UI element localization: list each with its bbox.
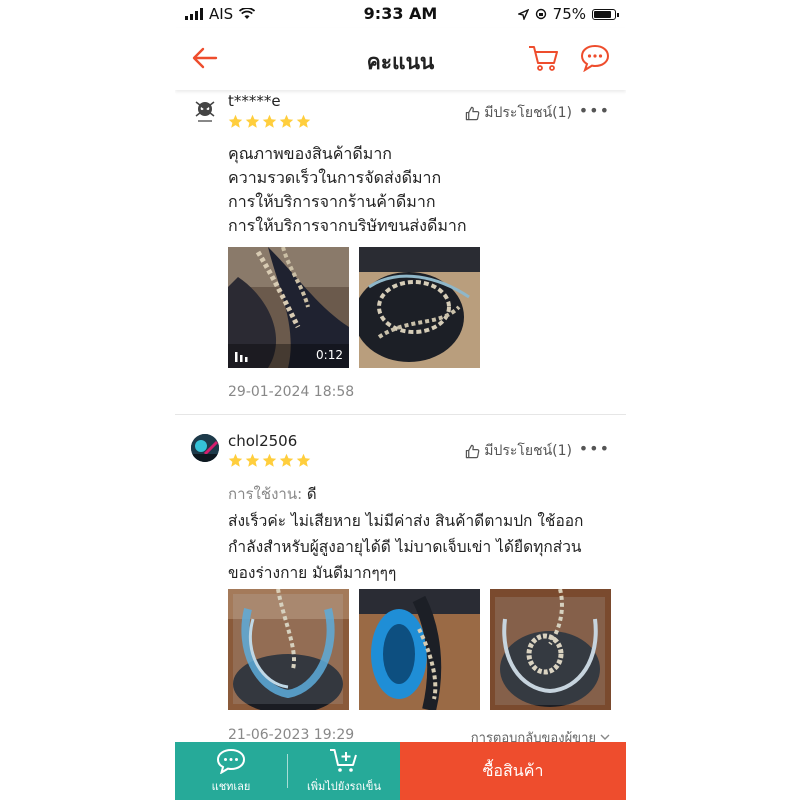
star-icon	[262, 114, 277, 128]
helpful-count: มีประโยชน์(1)	[484, 105, 572, 121]
cart-button[interactable]	[527, 42, 559, 74]
buy-now-label: ซื้อสินค้า	[482, 760, 544, 780]
review-line: ส่งเร็วค่ะ ไม่เสียหาย ไม่มีค่าส่ง สินค้า…	[228, 512, 584, 530]
review-photo-thumbnail[interactable]	[228, 589, 349, 710]
review-date: 29-01-2024 18:58	[228, 384, 355, 400]
location-icon	[517, 8, 529, 20]
add-to-cart-button[interactable]: เพิ่มไปยังรถเข็น	[288, 742, 400, 800]
star-icon	[245, 114, 260, 128]
reviewer-name: t*****e	[228, 92, 281, 110]
helpful-button[interactable]: มีประโยชน์(1)	[465, 102, 572, 124]
video-duration: 0:12	[316, 348, 343, 362]
helpful-count: มีประโยชน์(1)	[484, 443, 572, 459]
star-icon	[262, 453, 277, 467]
review-item: t*****e มีประโยชน์(1) ••• คุณภาพของสินค้…	[175, 92, 626, 414]
avatar-image	[191, 434, 219, 462]
review-item: chol2506 มีประโยชน์(1) ••• การใช้งาน: ดี…	[175, 430, 626, 746]
review-line: การให้บริการจากบริษัทขนส่งดีมาก	[228, 216, 467, 235]
battery-icon	[592, 8, 619, 20]
more-options-button[interactable]: •••	[579, 101, 610, 120]
chat-now-label: แชทเลย	[211, 779, 251, 793]
more-options-button[interactable]: •••	[579, 439, 610, 458]
thumbs-up-icon	[466, 444, 480, 458]
review-photo-thumbnail[interactable]	[359, 247, 480, 368]
rating-stars	[228, 453, 311, 468]
review-video-thumbnail[interactable]: 0:12	[228, 247, 349, 368]
app-header: คะแนน	[175, 28, 626, 90]
review-photo-image	[228, 589, 349, 710]
star-icon	[245, 453, 260, 467]
review-line: กำลังสำหรับผู้สูงอายุได้ดี ไม่บาดเจ็บเข่…	[228, 538, 582, 556]
chat-icon	[216, 748, 246, 774]
review-photo-image	[359, 589, 480, 710]
add-to-cart-label: เพิ่มไปยังรถเข็น	[307, 779, 381, 793]
video-bars-icon	[235, 352, 248, 362]
review-text: คุณภาพของสินค้าดีมาก ความรวดเร็วในการจัด…	[228, 142, 467, 238]
chat-button[interactable]	[579, 42, 611, 74]
review-line: ของร่างกาย มันดีมากๆๆๆ	[228, 564, 397, 582]
review-photo-thumbnail[interactable]	[359, 589, 480, 710]
thumbs-up-icon	[466, 106, 480, 120]
review-divider	[175, 414, 626, 415]
star-icon	[228, 453, 243, 467]
cart-icon	[529, 46, 558, 71]
review-text: ส่งเร็วค่ะ ไม่เสียหาย ไม่มีค่าส่ง สินค้า…	[228, 508, 583, 586]
star-icon	[279, 114, 294, 128]
reviewer-name: chol2506	[228, 432, 298, 450]
avatar[interactable]	[191, 434, 219, 462]
battery-percent: 75%	[552, 5, 586, 23]
review-line: คุณภาพของสินค้าดีมาก	[228, 144, 392, 163]
buy-now-button[interactable]: ซื้อสินค้า	[400, 742, 626, 800]
review-photo-image	[490, 589, 611, 710]
helpful-button[interactable]: มีประโยชน์(1)	[465, 440, 572, 462]
status-bar: AIS 9:33 AM 75%	[175, 0, 626, 28]
add-cart-icon	[330, 748, 357, 772]
chat-now-button[interactable]: แชทเลย	[175, 742, 287, 800]
star-icon	[279, 453, 294, 467]
review-line: ความรวดเร็วในการจัดส่งดีมาก	[228, 168, 442, 187]
rating-stars	[228, 114, 311, 129]
avatar[interactable]	[191, 98, 219, 126]
usage-rating: การใช้งาน: ดี	[228, 482, 317, 506]
skull-avatar-icon	[195, 101, 215, 122]
review-photo-thumbnail[interactable]	[490, 589, 611, 710]
star-icon	[296, 114, 311, 128]
phone-screen: AIS 9:33 AM 75% คะแนน t*****e มีประโยชน์…	[175, 0, 626, 800]
chat-icon	[580, 44, 610, 72]
review-line: การให้บริการจากร้านค้าดีมาก	[228, 192, 436, 211]
review-photo-image	[359, 247, 480, 368]
secondary-actions: แชทเลย เพิ่มไปยังรถเข็น	[175, 742, 400, 800]
star-icon	[296, 453, 311, 467]
bottom-action-bar: แชทเลย เพิ่มไปยังรถเข็น ซื้อสินค้า	[175, 742, 626, 800]
chevron-down-icon	[600, 734, 610, 740]
usage-label: การใช้งาน:	[228, 485, 303, 503]
review-date: 21-06-2023 19:29	[228, 727, 355, 743]
usage-value: ดี	[306, 485, 317, 503]
rotation-lock-icon	[535, 8, 546, 20]
star-icon	[228, 114, 243, 128]
